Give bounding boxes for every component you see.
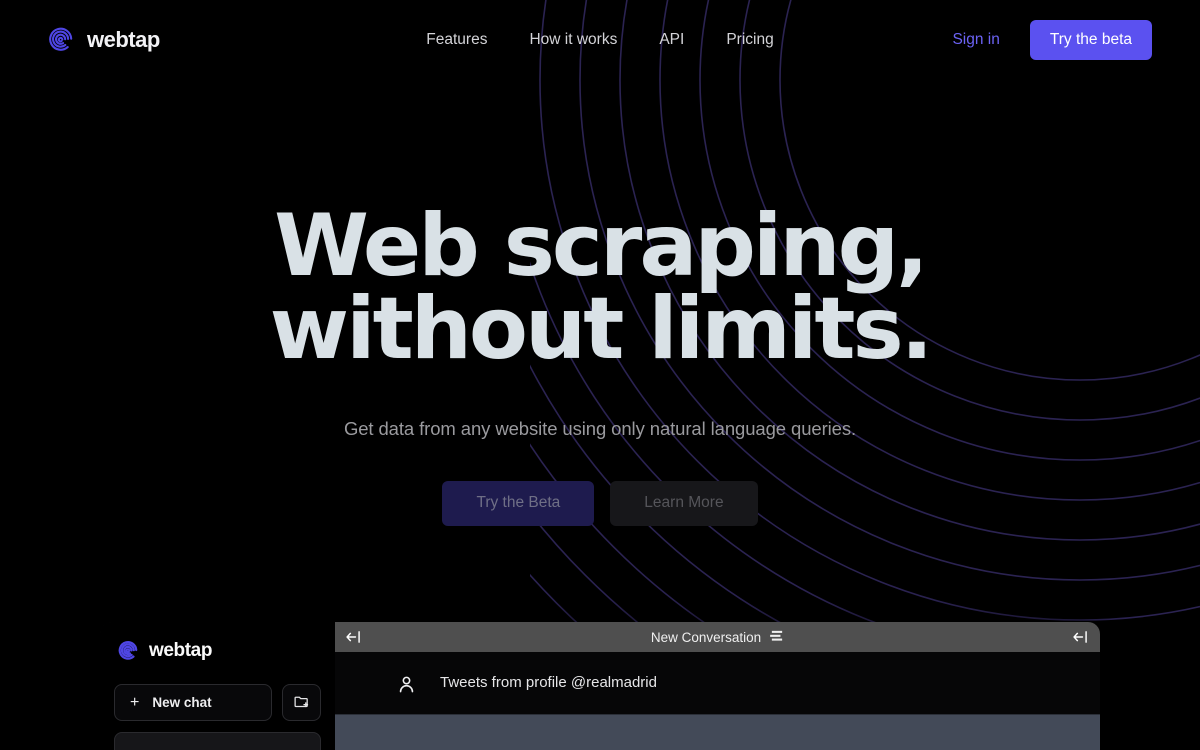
- nav-link-pricing[interactable]: Pricing: [726, 31, 773, 49]
- assistant-response-panel: [335, 714, 1100, 750]
- brand-logo[interactable]: webtap: [48, 26, 160, 54]
- try-the-beta-cta-button[interactable]: Try the Beta: [442, 480, 595, 526]
- user-message-row: Tweets from profile @realmadrid: [335, 652, 1100, 714]
- spiral-logo-icon: [48, 26, 76, 54]
- brand-name: webtap: [87, 27, 160, 52]
- app-conversation-title-text: New Conversation: [650, 629, 762, 645]
- user-message-text: Tweets from profile @realmadrid: [440, 674, 657, 691]
- list-lines-icon: [770, 630, 784, 645]
- hero-heading-line-2: without limits.: [269, 279, 934, 380]
- sidebar-actions: + New chat: [114, 684, 321, 721]
- new-chat-label: New chat: [152, 695, 212, 710]
- nav-link-features[interactable]: Features: [426, 31, 487, 49]
- app-topbar: New Conversation: [335, 622, 1100, 652]
- app-conversation-title: New Conversation: [335, 630, 1100, 645]
- user-avatar-icon: [397, 674, 416, 699]
- conversation-list-item[interactable]: [114, 732, 321, 750]
- hero-heading: Web scraping, without limits.: [0, 203, 1200, 380]
- plus-icon: +: [130, 693, 140, 711]
- nav-link-api[interactable]: API: [659, 31, 684, 49]
- app-sidebar: webtap + New chat: [100, 622, 335, 750]
- nav-actions: Sign in Try the beta: [952, 20, 1152, 60]
- landing-page: webtap Features How it works API Pricing…: [0, 0, 1200, 750]
- collapse-sidebar-right-icon[interactable]: [1072, 629, 1090, 645]
- new-folder-button[interactable]: [282, 684, 321, 721]
- hero-subtitle: Get data from any website using only nat…: [343, 417, 857, 439]
- hero-section: Web scraping, without limits. Get data f…: [0, 80, 1200, 526]
- hero-cta-group: Try the Beta Learn More: [0, 480, 1200, 526]
- try-the-beta-button[interactable]: Try the beta: [1029, 20, 1152, 60]
- sign-in-link[interactable]: Sign in: [952, 31, 999, 49]
- app-preview-window: webtap + New chat New Conversation Tweet…: [100, 622, 1100, 750]
- app-main-panel: New Conversation Tweets from profile @re…: [335, 622, 1100, 750]
- learn-more-cta-button[interactable]: Learn More: [610, 480, 758, 526]
- nav-link-how-it-works[interactable]: How it works: [529, 31, 617, 49]
- collapse-sidebar-left-icon[interactable]: [345, 629, 363, 645]
- top-navigation-bar: webtap Features How it works API Pricing…: [0, 0, 1200, 80]
- new-chat-button[interactable]: + New chat: [114, 684, 272, 721]
- app-brand-logo[interactable]: webtap: [114, 640, 321, 662]
- spiral-logo-icon: [118, 640, 140, 662]
- new-folder-icon: [293, 693, 310, 713]
- app-brand-name: webtap: [149, 640, 213, 661]
